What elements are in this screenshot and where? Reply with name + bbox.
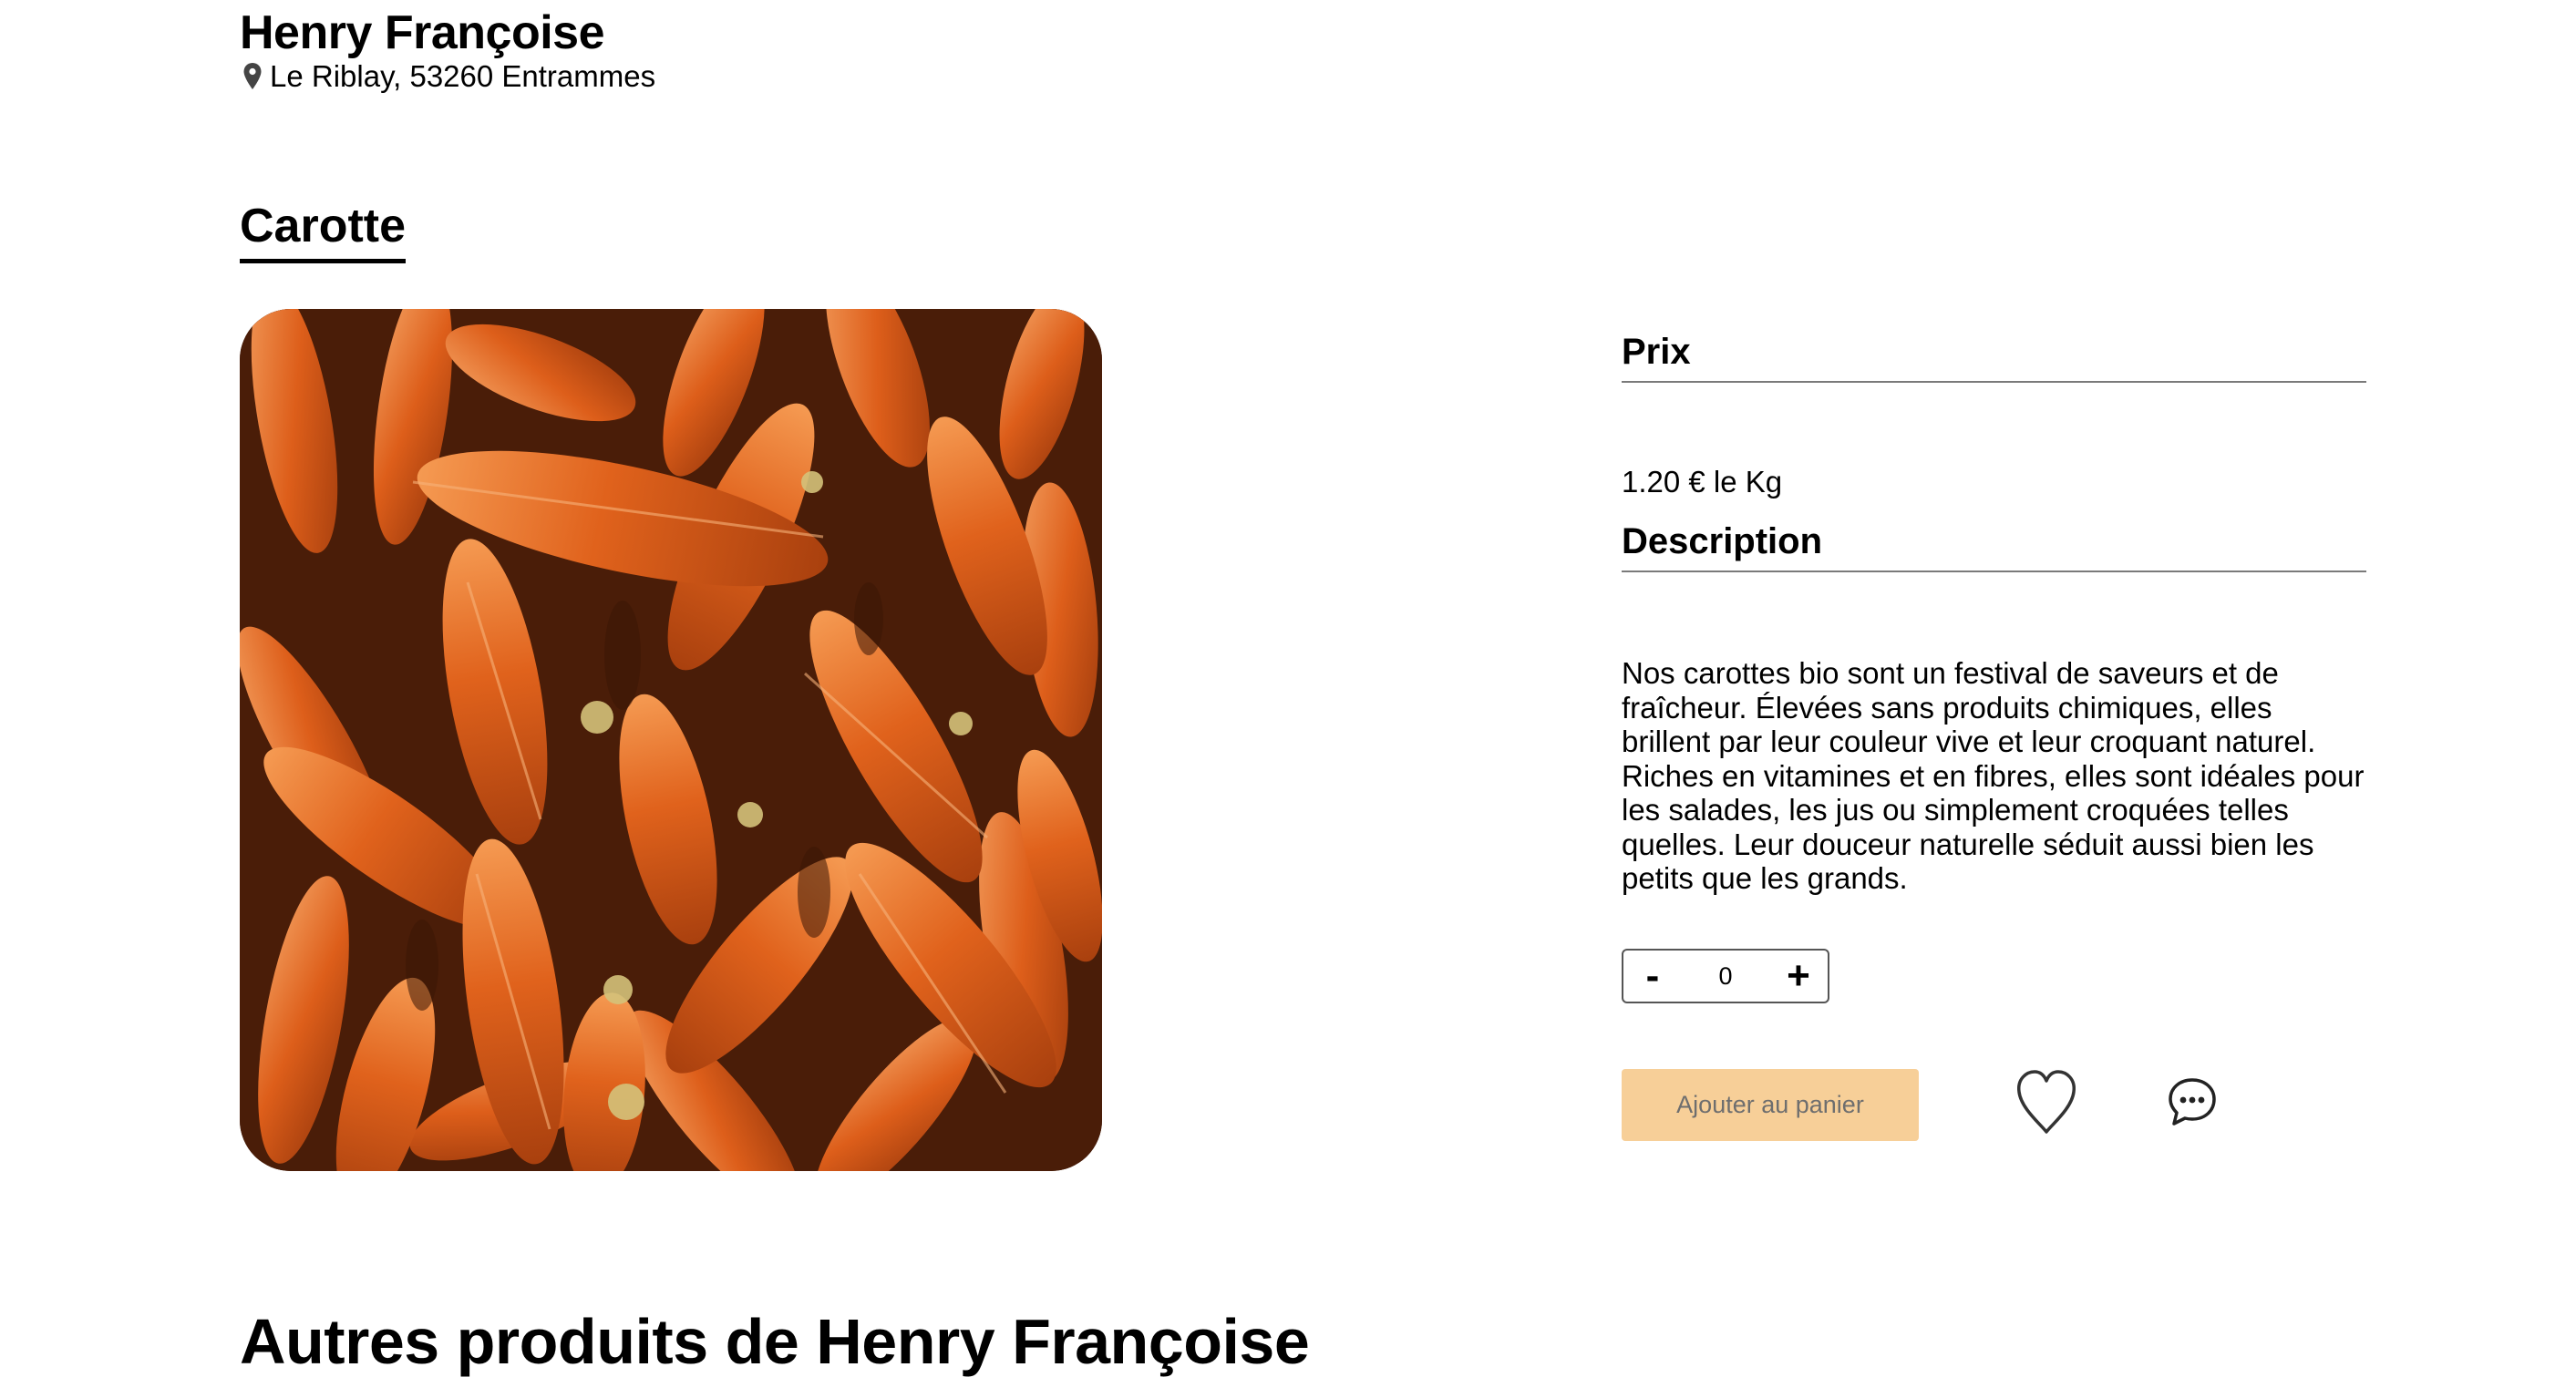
description-text: Nos carottes bio sont un festival de sav… xyxy=(1622,656,2365,895)
price-value: 1.20 € le Kg xyxy=(1622,465,1783,499)
add-to-cart-button[interactable]: Ajouter au panier xyxy=(1622,1069,1919,1141)
producer-address-text: Le Riblay, 53260 Entrammes xyxy=(270,59,656,93)
quantity-value[interactable]: 0 xyxy=(1669,962,1782,991)
other-products-heading: Autres produits de Henry Françoise xyxy=(240,1306,1310,1377)
location-pin-icon xyxy=(242,62,263,91)
heart-icon[interactable] xyxy=(2015,1068,2077,1137)
quantity-increment-button[interactable]: + xyxy=(1782,954,1815,998)
description-heading: Description xyxy=(1622,518,2366,572)
price-heading: Prix xyxy=(1622,328,2366,383)
product-title: Carotte xyxy=(240,199,407,263)
product-page: Henry Françoise Le Riblay, 53260 Entramm… xyxy=(0,0,2576,1398)
quantity-stepper: - 0 + xyxy=(1622,949,1829,1003)
quantity-decrement-button[interactable]: - xyxy=(1636,954,1669,998)
producer-address: Le Riblay, 53260 Entrammes xyxy=(242,58,655,95)
product-image xyxy=(240,309,1102,1171)
producer-name[interactable]: Henry Françoise xyxy=(240,5,605,60)
chat-bubble-icon[interactable] xyxy=(2167,1076,2218,1127)
